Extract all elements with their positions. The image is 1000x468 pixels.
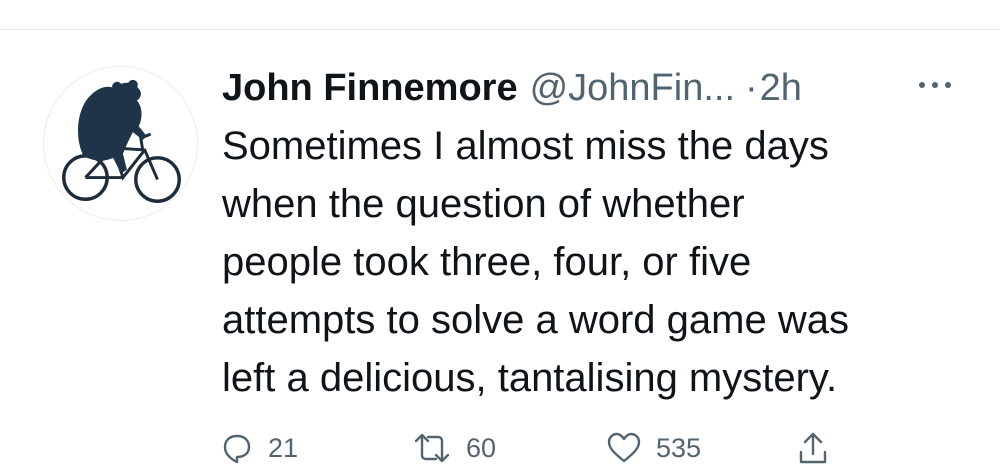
like-button[interactable]: 535 xyxy=(606,428,701,468)
share-button[interactable] xyxy=(795,428,831,468)
tweet-actions: 21 60 535 xyxy=(220,428,920,468)
like-count: 535 xyxy=(656,432,702,463)
retweet-count: 60 xyxy=(466,432,497,463)
more-button[interactable] xyxy=(915,70,955,100)
separator-dot: · xyxy=(745,66,758,109)
tweet-text-line: people took three, four, or five xyxy=(222,240,752,284)
tweet-timestamp[interactable]: 2h xyxy=(760,67,802,110)
author-handle[interactable]: @JohnFin... xyxy=(530,67,735,110)
tweet-text-line: attempts to solve a word game was xyxy=(222,298,849,342)
tweet-text-line: when the question of whether xyxy=(222,182,745,226)
tweet-text-line: Sometimes I almost miss the days xyxy=(222,124,829,168)
reply-button[interactable]: 21 xyxy=(220,428,298,468)
retweet-icon xyxy=(414,433,450,463)
tweet-text: Sometimes I almost miss the days when th… xyxy=(222,117,992,407)
top-divider xyxy=(0,29,1000,30)
retweet-button[interactable]: 60 xyxy=(412,428,496,468)
share-icon xyxy=(799,432,827,464)
tweet-header: John Finnemore @JohnFin... · 2h xyxy=(222,60,982,116)
heart-icon xyxy=(607,432,641,463)
reply-icon xyxy=(223,434,251,464)
avatar[interactable] xyxy=(43,66,198,221)
reply-count: 21 xyxy=(268,432,299,463)
bear-on-bicycle-icon xyxy=(62,79,181,203)
author-display-name[interactable]: John Finnemore xyxy=(222,67,518,110)
tweet-text-line: left a delicious, tantalising mystery. xyxy=(222,356,838,400)
ellipsis-icon xyxy=(919,82,951,88)
